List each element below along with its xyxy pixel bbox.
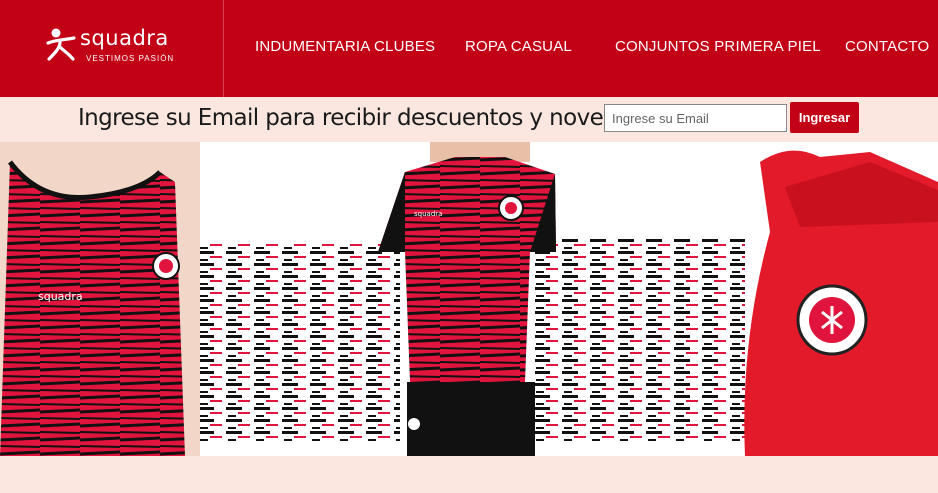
newsletter-prompt: Ingrese su Email para recibir descuentos… [78,105,677,131]
model-long-sleeve [744,142,938,456]
nav-conjuntos-primera-piel[interactable]: CONJUNTOS PRIMERA PIEL [615,38,821,55]
brand-name: squadra [80,26,169,50]
jersey-brand-text-left: squadra [38,290,83,303]
newsletter-bar: Ingrese su Email para recibir descuentos… [0,97,938,142]
model-tank-top: squadra [0,142,200,456]
email-input[interactable] [604,104,787,132]
site-header: squadra VESTIMOS PASIÓN INDUMENTARIA CLU… [0,0,938,97]
nav-contacto[interactable]: CONTACTO [845,38,929,55]
nav-indumentaria-clubes[interactable]: INDUMENTARIA CLUBES [255,38,435,55]
subscribe-button[interactable]: Ingresar [790,102,859,133]
below-banner-band [0,456,938,493]
grunge-texture-right [535,237,745,442]
brand-logo-link[interactable]: squadra VESTIMOS PASIÓN [0,0,224,97]
nav-ropa-casual[interactable]: ROPA CASUAL [465,38,572,55]
model-tshirt-shorts: squadra [378,142,556,456]
grunge-texture-left [185,242,400,442]
hero-banner-image: squadra squadra [0,142,938,456]
jersey-brand-text-center: squadra [414,210,442,218]
brand-tagline: VESTIMOS PASIÓN [86,54,175,63]
runner-figure-icon [46,28,76,61]
hero-banner: squadra squadra [0,142,938,456]
